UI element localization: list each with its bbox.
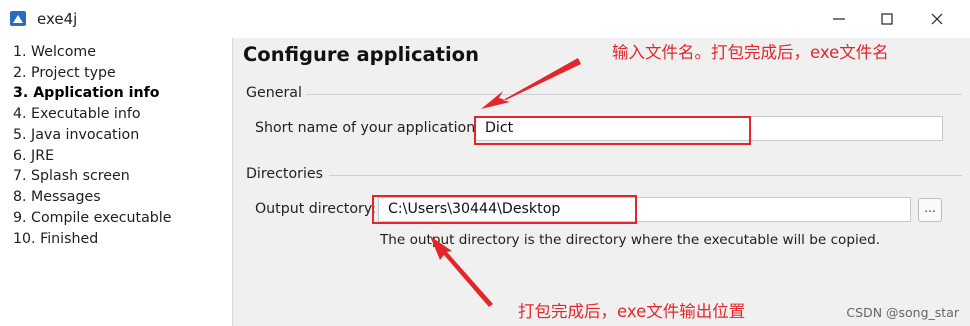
- csdn-watermark: CSDN @song_star: [846, 305, 959, 320]
- top-annotation-text: 输入文件名。打包完成后，exe文件名: [612, 43, 889, 62]
- arrow-to-short-name: [481, 58, 581, 109]
- bottom-annotation-text: 打包完成后，exe文件输出位置: [518, 302, 746, 321]
- arrow-to-output-directory: [430, 236, 493, 307]
